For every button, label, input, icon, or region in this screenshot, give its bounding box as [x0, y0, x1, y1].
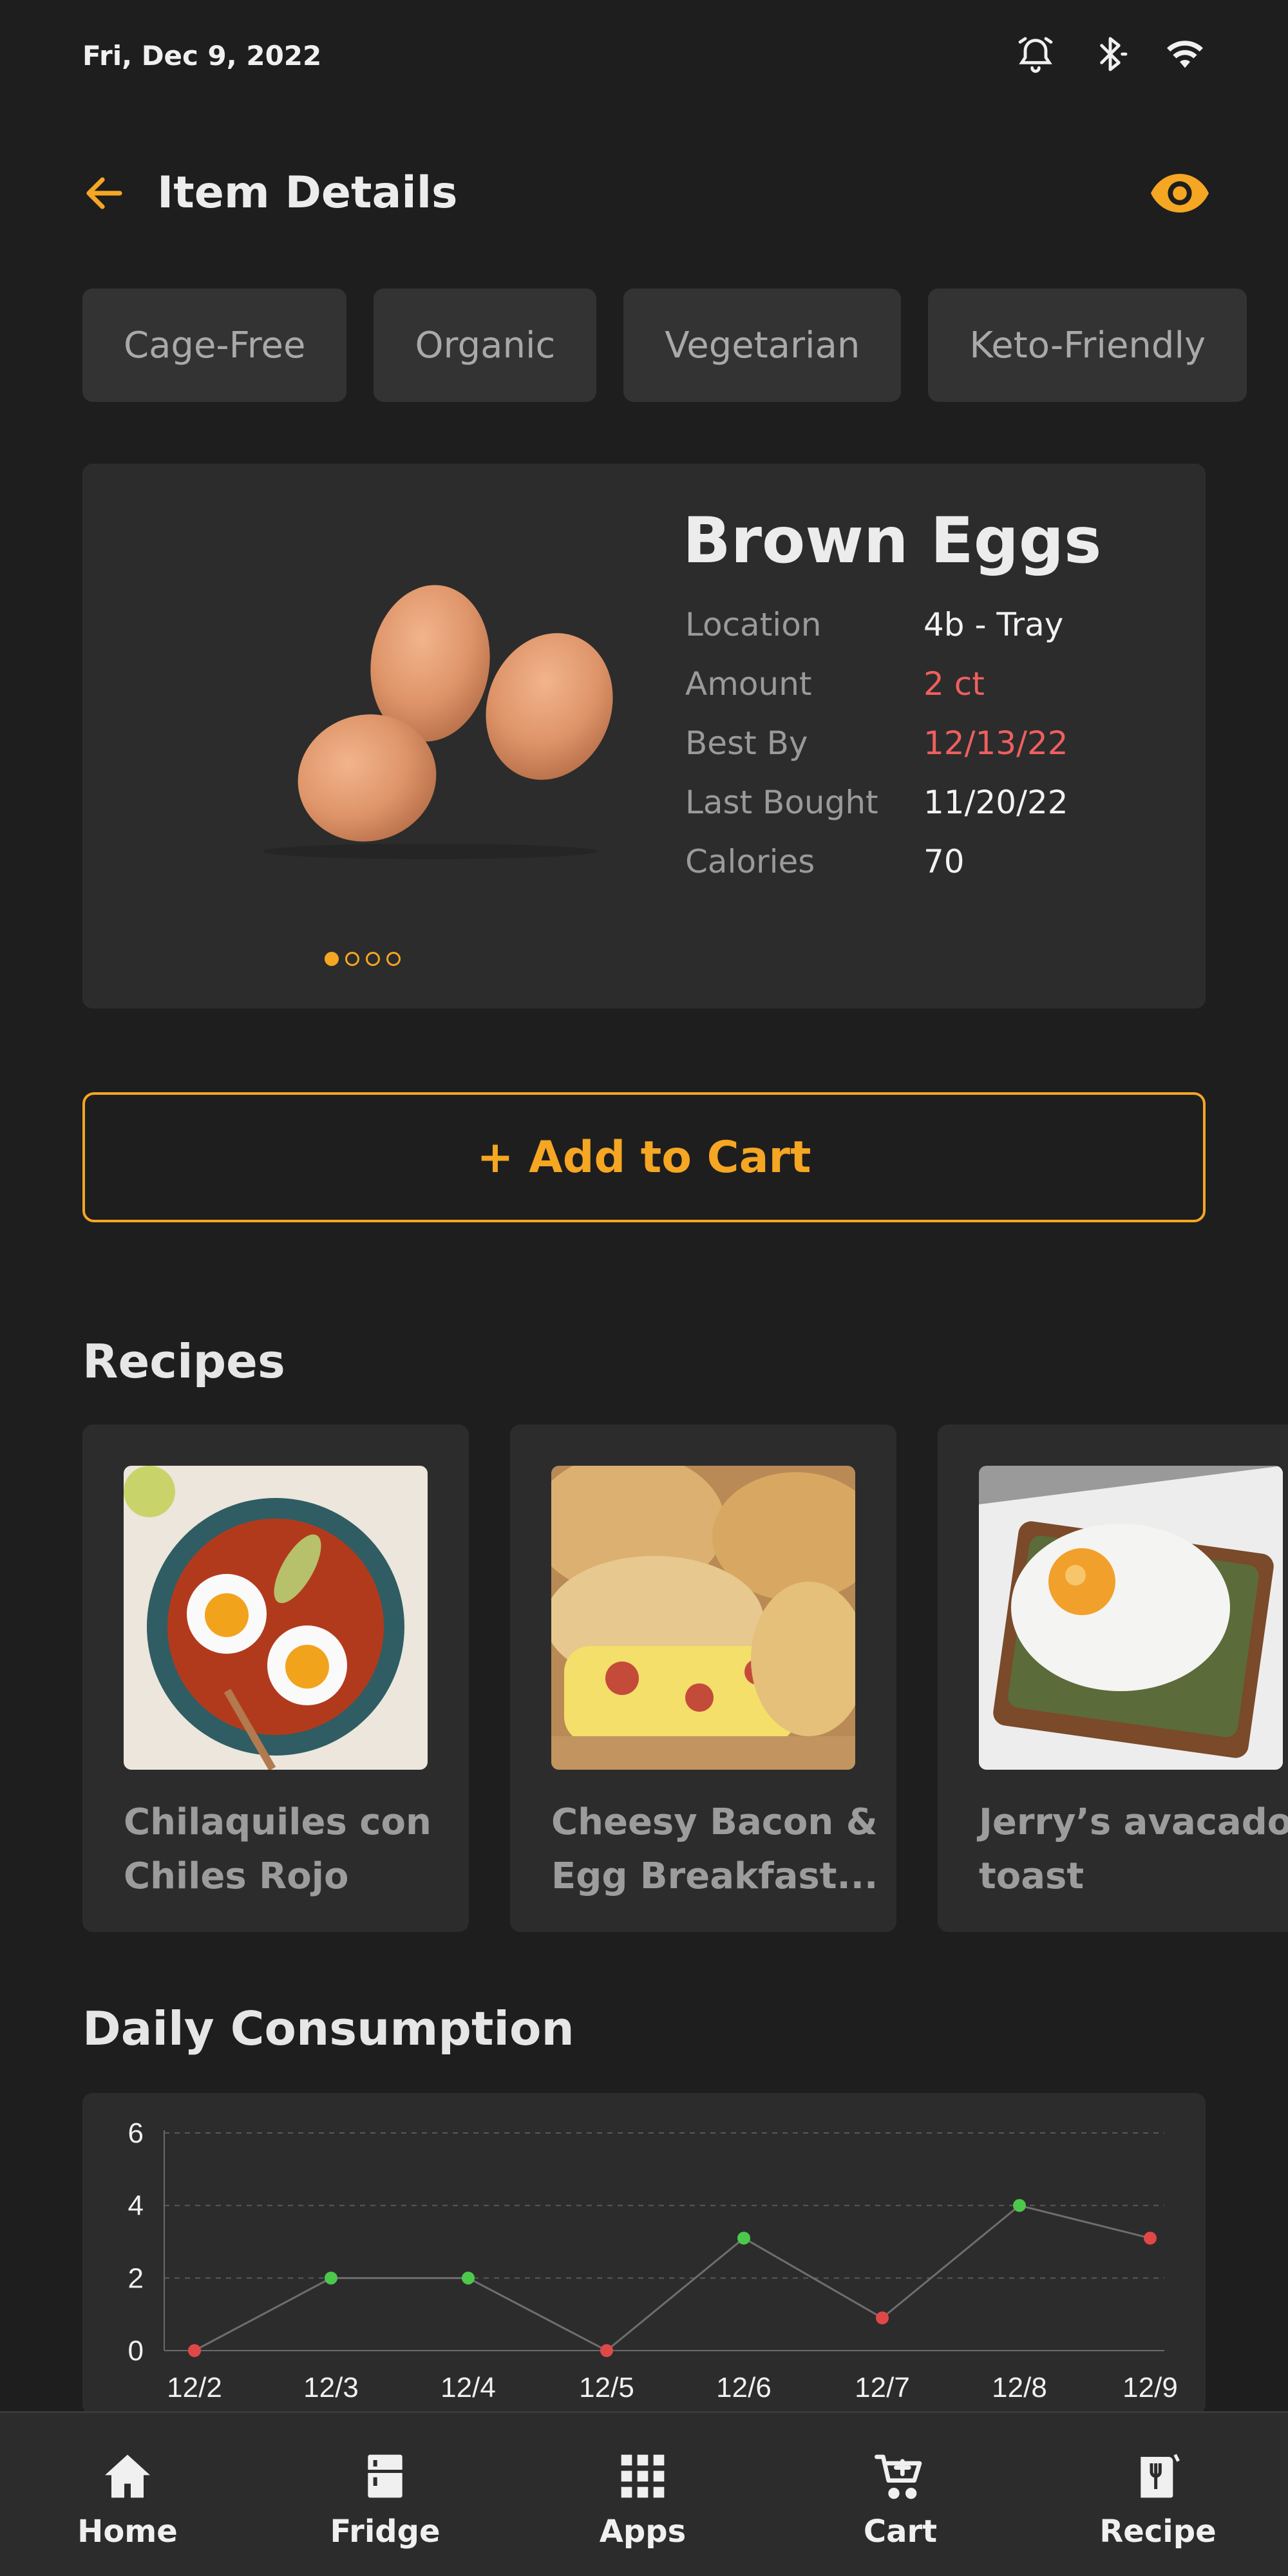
recipe-card[interactable]: Jerry’s avacado toast: [938, 1425, 1288, 1932]
detail-row-location: Location 4b - Tray: [685, 595, 1068, 654]
add-to-cart-button[interactable]: + Add to Cart: [82, 1092, 1206, 1222]
nav-label: Fridge: [330, 2514, 440, 2550]
x-tick-label: 12/7: [855, 2372, 910, 2403]
data-point: [325, 2271, 337, 2285]
status-bar: Fri, Dec 9, 2022: [0, 0, 1288, 113]
detail-value: 70: [923, 843, 965, 880]
nav-cart[interactable]: Cart: [817, 2413, 984, 2576]
x-tick-label: 12/2: [167, 2372, 222, 2403]
carousel-dot[interactable]: [386, 952, 401, 966]
detail-row-best-by: Best By 12/13/22: [685, 714, 1068, 773]
bluetooth-icon: [1100, 37, 1128, 71]
nav-label: Home: [77, 2514, 178, 2550]
detail-label: Last Bought: [685, 784, 878, 821]
y-tick-label: 2: [128, 2262, 144, 2294]
recipe-name: Chilaquiles con Chiles Rojo: [124, 1801, 431, 1897]
cart-icon: [875, 2454, 922, 2499]
status-icons: [1015, 33, 1206, 75]
bottom-nav: Home Fridge Apps Cart Recipe: [0, 2411, 1288, 2576]
x-tick-label: 12/3: [303, 2372, 359, 2403]
nav-fridge[interactable]: Fridge: [301, 2413, 469, 2576]
wifi-icon: [1167, 41, 1203, 68]
detail-value: 12/13/22: [923, 724, 1068, 762]
status-date: Fri, Dec 9, 2022: [82, 40, 322, 71]
detail-label: Amount: [685, 665, 812, 703]
x-tick-label: 12/5: [579, 2372, 634, 2403]
tag-cage-free[interactable]: Cage-Free: [82, 289, 347, 402]
tag-list: Cage-Free Organic Vegetarian Keto-Friend…: [82, 289, 1288, 402]
product-name: Brown Eggs: [683, 504, 1102, 578]
nav-label: Apps: [599, 2514, 687, 2550]
nav-apps[interactable]: Apps: [559, 2413, 726, 2576]
apps-grid-icon: [621, 2454, 665, 2498]
recipe-name: Jerry’s avacado toast: [979, 1801, 1288, 1897]
data-point: [876, 2311, 889, 2325]
data-point: [1144, 2231, 1157, 2245]
x-tick-label: 12/4: [440, 2372, 496, 2403]
y-tick-label: 0: [128, 2335, 144, 2367]
nav-label: Cart: [863, 2514, 938, 2550]
detail-label: Calories: [685, 843, 815, 880]
nav-label: Recipe: [1099, 2514, 1217, 2550]
carousel-dot[interactable]: [345, 952, 359, 966]
consumption-chart-svg: 0 2 4 6 12/2 12/3 12/4 12/5 12/6 12/7 12/8 12/9: [128, 2117, 1178, 2403]
detail-row-calories: Calories 70: [685, 832, 1068, 891]
data-point: [600, 2344, 613, 2357]
data-point: [462, 2271, 475, 2285]
detail-value: 11/20/22: [923, 784, 1068, 821]
page-title: Item Details: [157, 167, 458, 218]
recipes-heading: Recipes: [82, 1334, 285, 1388]
recipe-image: [979, 1466, 1283, 1770]
data-point: [1013, 2199, 1026, 2212]
recipe-card[interactable]: Chilaquiles con Chiles Rojo: [82, 1425, 469, 1932]
app-header: Item Details: [0, 155, 1288, 232]
nav-recipe[interactable]: Recipe: [1074, 2413, 1242, 2576]
nav-home[interactable]: Home: [44, 2413, 211, 2576]
fridge-icon: [368, 2454, 402, 2498]
image-carousel-dots: [325, 952, 401, 966]
detail-value: 2 ct: [923, 665, 985, 703]
carousel-dot[interactable]: [325, 952, 339, 966]
recipe-book-icon: [1141, 2454, 1180, 2498]
y-tick-label: 4: [128, 2190, 144, 2222]
product-card: Brown Eggs Location 4b - Tray Amount 2 c…: [82, 464, 1206, 1009]
recipe-name: Cheesy Bacon & Egg Breakfast...: [551, 1801, 878, 1897]
product-details: Location 4b - Tray Amount 2 ct Best By 1…: [685, 595, 1068, 891]
detail-row-last-bought: Last Bought 11/20/22: [685, 773, 1068, 832]
y-tick-label: 6: [128, 2117, 144, 2149]
back-button[interactable]: [77, 166, 131, 220]
recipe-card[interactable]: Cheesy Bacon & Egg Breakfast...: [510, 1425, 896, 1932]
detail-value: 4b - Tray: [923, 606, 1064, 643]
detail-label: Location: [685, 606, 822, 643]
data-point: [737, 2231, 750, 2245]
home-icon: [105, 2454, 150, 2498]
consumption-chart: 0 2 4 6 12/2 12/3 12/4 12/5 12/6 12/7 12/8 12/9: [82, 2093, 1206, 2415]
daily-consumption-heading: Daily Consumption: [82, 2002, 574, 2056]
tag-organic[interactable]: Organic: [374, 289, 597, 402]
detail-label: Best By: [685, 724, 808, 762]
alarm-icon: [1018, 37, 1053, 73]
x-tick-label: 12/9: [1122, 2372, 1178, 2403]
carousel-dot[interactable]: [366, 952, 380, 966]
eye-icon: [1151, 174, 1209, 213]
recipe-image: [551, 1466, 855, 1770]
tag-keto-friendly[interactable]: Keto-Friendly: [928, 289, 1247, 402]
product-image[interactable]: [205, 580, 630, 863]
visibility-toggle-button[interactable]: [1148, 166, 1212, 220]
detail-row-amount: Amount 2 ct: [685, 654, 1068, 714]
x-tick-label: 12/6: [716, 2372, 772, 2403]
data-point: [188, 2344, 201, 2357]
recipe-image: [124, 1466, 428, 1770]
recipe-list: Chilaquiles con Chiles Rojo Cheesy Bacon…: [82, 1425, 1288, 1932]
arrow-left-icon: [86, 177, 122, 209]
tag-vegetarian[interactable]: Vegetarian: [623, 289, 902, 402]
x-tick-label: 12/8: [992, 2372, 1047, 2403]
